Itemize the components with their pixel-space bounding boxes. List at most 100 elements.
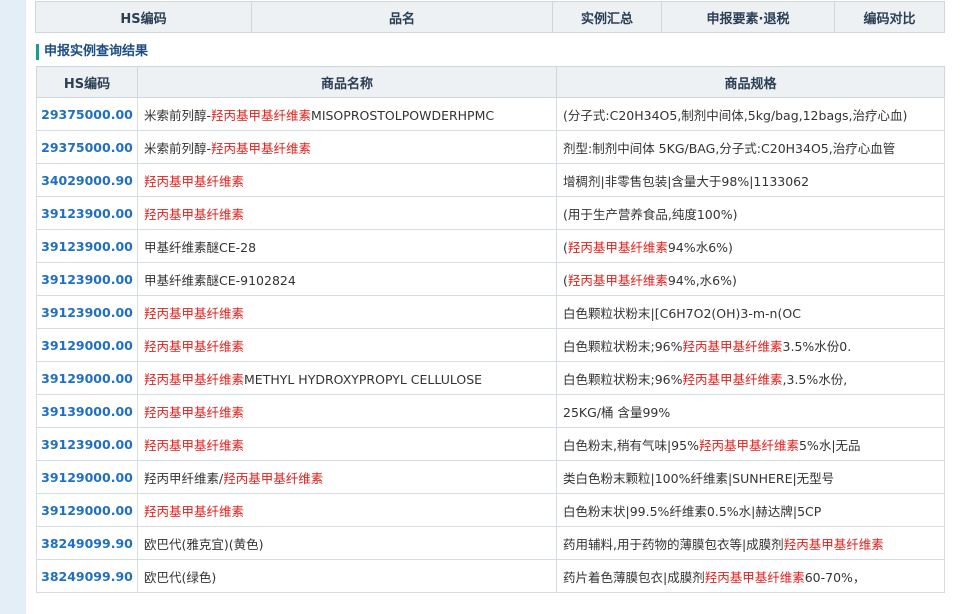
highlighted-keyword: 羟丙基甲基纤维素	[567, 272, 668, 288]
table-row[interactable]: 29375000.00 米索前列醇-羟丙基甲基纤维素MISOPROSTOLPOWD…	[36, 97, 945, 131]
results-body: 29375000.00 米索前列醇-羟丙基甲基纤维素MISOPROSTOLPOWD…	[36, 97, 945, 593]
text-segment: 米索前列醇-	[144, 107, 212, 123]
text-segment: 94%,水6%)	[667, 272, 737, 288]
highlighted-keyword: 羟丙基甲基纤维素	[144, 338, 245, 354]
table-row[interactable]: 39129000.00 羟丙基甲基纤维素 白色颗粒状粉末;96%羟丙基甲基纤维素3.…	[36, 328, 945, 362]
hs-code-link[interactable]: 39139000.00	[36, 394, 138, 428]
highlighted-keyword: 羟丙基甲基纤维素	[698, 437, 799, 453]
highlighted-keyword: 羟丙基甲基纤维素	[144, 305, 245, 321]
product-name-cell: 羟丙基甲基纤维素	[137, 196, 557, 230]
product-spec-cell: 增稠剂|非零售包装|含量大于98%|1133062	[556, 163, 945, 197]
hs-code-link[interactable]: 39129000.00	[36, 493, 138, 527]
top-nav-hs-code[interactable]: HS编码	[35, 1, 252, 33]
hs-code-link[interactable]: 38249099.90	[36, 559, 138, 593]
product-spec-cell: (羟丙基甲基纤维素94%水6%)	[556, 229, 945, 263]
text-segment: 欧巴代(绿色)	[144, 569, 217, 585]
product-name-cell: 羟丙基甲基纤维素	[137, 394, 557, 428]
product-spec-cell: (用于生产营养食品,纯度100%)	[556, 196, 945, 230]
text-segment: 增稠剂|非零售包装|含量大于98%|1133062	[563, 173, 810, 189]
hs-code-link[interactable]: 39129000.00	[36, 328, 138, 362]
table-row[interactable]: 39139000.00 羟丙基甲基纤维素 25KG/桶 含量99%	[36, 394, 945, 428]
column-header-product-name: 商品名称	[137, 66, 557, 98]
highlighted-keyword: 羟丙基甲基纤维素	[211, 140, 312, 156]
highlighted-keyword: 羟丙基甲基纤维素	[144, 437, 245, 453]
product-name-cell: 欧巴代(绿色)	[137, 559, 557, 593]
product-name-cell: 甲基纤维素醚CE-28	[137, 229, 557, 263]
top-nav-table: HS编码 品名 实例汇总 申报要素·退税 编码对比	[35, 1, 945, 33]
hs-code-link[interactable]: 39123900.00	[36, 295, 138, 329]
product-spec-cell: (分子式:C20H34O5,制剂中间体,5kg/bag,12bags,治疗心血)	[556, 97, 945, 131]
table-row[interactable]: 39123900.00 羟丙基甲基纤维素 白色粉末,稍有气味|95%羟丙基甲基纤维素…	[36, 427, 945, 461]
product-spec-cell: 白色颗粒状粉末;96%羟丙基甲基纤维素,3.5%水份,	[556, 361, 945, 395]
table-row[interactable]: 39123900.00 甲基纤维素醚CE-28 (羟丙基甲基纤维素94%水6%)	[36, 229, 945, 263]
hs-code-link[interactable]: 39123900.00	[36, 262, 138, 296]
table-row[interactable]: 38249099.90 欧巴代(绿色) 药片着色薄膜包衣|成膜剂羟丙基甲基纤维素60…	[36, 559, 945, 593]
product-name-cell: 羟丙基甲基纤维素	[137, 295, 557, 329]
text-segment: 欧巴代(雅克宜)(黄色)	[144, 536, 264, 552]
top-nav-product-name[interactable]: 品名	[251, 1, 553, 33]
highlighted-keyword: 羟丙基甲基纤维素	[144, 206, 245, 222]
table-row[interactable]: 39123900.00 甲基纤维素醚CE-9102824 (羟丙基甲基纤维素94%,…	[36, 262, 945, 296]
column-header-product-spec: 商品规格	[556, 66, 945, 98]
product-spec-cell: 药片着色薄膜包衣|成膜剂羟丙基甲基纤维素60-70%，	[556, 559, 945, 593]
text-segment: 甲基纤维素醚CE-9102824	[144, 272, 296, 288]
text-segment: 3.5%水份0.	[782, 338, 852, 354]
highlighted-keyword: 羟丙基甲基纤维素	[567, 239, 668, 255]
results-header-row: HS编码 商品名称 商品规格	[36, 66, 945, 98]
text-segment: 94%水6%)	[667, 239, 733, 255]
table-row[interactable]: 38249099.90 欧巴代(雅克宜)(黄色) 药用辅料,用于药物的薄膜包衣等|成…	[36, 526, 945, 560]
highlighted-keyword: 羟丙基甲基纤维素	[783, 536, 884, 552]
text-segment: ,3.5%水份,	[782, 371, 848, 387]
hs-code-link[interactable]: 39123900.00	[36, 427, 138, 461]
table-row[interactable]: 39123900.00 羟丙基甲基纤维素 白色颗粒状粉末|[C6H7O2(OH)3-…	[36, 295, 945, 329]
text-segment: 药用辅料,用于药物的薄膜包衣等|成膜剂	[563, 536, 784, 552]
hs-code-link[interactable]: 38249099.90	[36, 526, 138, 560]
product-spec-cell: 白色颗粒状粉末;96%羟丙基甲基纤维素3.5%水份0.	[556, 328, 945, 362]
hs-code-link[interactable]: 39129000.00	[36, 460, 138, 494]
text-segment: 白色粉末状|99.5%纤维素0.5%水|赫达牌|5CP	[563, 503, 822, 519]
text-segment: 白色颗粒状粉末|[C6H7O2(OH)3-m-n(OC	[563, 305, 801, 321]
top-nav-row: HS编码 品名 实例汇总 申报要素·退税 编码对比	[35, 1, 945, 33]
product-spec-cell: 白色粉末状|99.5%纤维素0.5%水|赫达牌|5CP	[556, 493, 945, 527]
product-name-cell: 羟丙基甲基纤维素	[137, 328, 557, 362]
product-spec-cell: 类白色粉末颗粒|100%纤维素|SUNHERE|无型号	[556, 460, 945, 494]
top-nav-instance-summary[interactable]: 实例汇总	[552, 1, 662, 33]
product-name-cell: 米索前列醇-羟丙基甲基纤维素	[137, 130, 557, 164]
product-name-cell: 羟丙基甲基纤维素	[137, 493, 557, 527]
hs-code-link[interactable]: 39123900.00	[36, 229, 138, 263]
text-segment: 白色粉末,稍有气味|95%	[563, 437, 699, 453]
hs-code-link[interactable]: 39129000.00	[36, 361, 138, 395]
hs-code-link[interactable]: 29375000.00	[36, 130, 138, 164]
hs-code-link[interactable]: 34029000.90	[36, 163, 138, 197]
product-spec-cell: (羟丙基甲基纤维素94%,水6%)	[556, 262, 945, 296]
product-spec-cell: 25KG/桶 含量99%	[556, 394, 945, 428]
table-row[interactable]: 29375000.00 米索前列醇-羟丙基甲基纤维素 剂型:制剂中间体 5KG/BA…	[36, 130, 945, 164]
top-nav-declaration-elements[interactable]: 申报要素·退税	[661, 1, 835, 33]
product-name-cell: 米索前列醇-羟丙基甲基纤维素MISOPROSTOLPOWDERHPMC	[137, 97, 557, 131]
highlighted-keyword: 羟丙基甲基纤维素	[144, 371, 245, 387]
table-row[interactable]: 34029000.90 羟丙基甲基纤维素 增稠剂|非零售包装|含量大于98%|113…	[36, 163, 945, 197]
text-segment: MISOPROSTOLPOWDERHPMC	[311, 107, 495, 123]
table-row[interactable]: 39123900.00 羟丙基甲基纤维素 (用于生产营养食品,纯度100%)	[36, 196, 945, 230]
text-segment: 25KG/桶 含量99%	[563, 404, 671, 420]
product-name-cell: 羟丙甲纤维素/羟丙基甲基纤维素	[137, 460, 557, 494]
results-table: HS编码 商品名称 商品规格 29375000.00 米索前列醇-羟丙基甲基纤维素…	[36, 66, 945, 593]
product-name-cell: 羟丙基甲基纤维素	[137, 163, 557, 197]
text-segment: 甲基纤维素醚CE-28	[144, 239, 257, 255]
table-row[interactable]: 39129000.00 羟丙甲纤维素/羟丙基甲基纤维素 类白色粉末颗粒|100%纤维…	[36, 460, 945, 494]
highlighted-keyword: 羟丙基甲基纤维素	[144, 173, 245, 189]
top-nav-code-compare[interactable]: 编码对比	[834, 1, 945, 33]
product-name-cell: 羟丙基甲基纤维素	[137, 427, 557, 461]
text-segment: METHYL HYDROXYPROPYL CELLULOSE	[244, 371, 483, 387]
product-name-cell: 甲基纤维素醚CE-9102824	[137, 262, 557, 296]
hs-code-link[interactable]: 29375000.00	[36, 97, 138, 131]
text-segment: 白色颗粒状粉末;96%	[563, 338, 683, 354]
hs-code-link[interactable]: 39123900.00	[36, 196, 138, 230]
table-row[interactable]: 39129000.00 羟丙基甲基纤维素 白色粉末状|99.5%纤维素0.5%水|赫…	[36, 493, 945, 527]
highlighted-keyword: 羟丙基甲基纤维素	[682, 371, 783, 387]
product-name-cell: 羟丙基甲基纤维素METHYL HYDROXYPROPYL CELLULOSE	[137, 361, 557, 395]
table-row[interactable]: 39129000.00 羟丙基甲基纤维素METHYL HYDROXYPROPYL …	[36, 361, 945, 395]
highlighted-keyword: 羟丙基甲基纤维素	[211, 107, 312, 123]
highlighted-keyword: 羟丙基甲基纤维素	[682, 338, 783, 354]
section-title: 申报实例查询结果	[36, 44, 148, 60]
